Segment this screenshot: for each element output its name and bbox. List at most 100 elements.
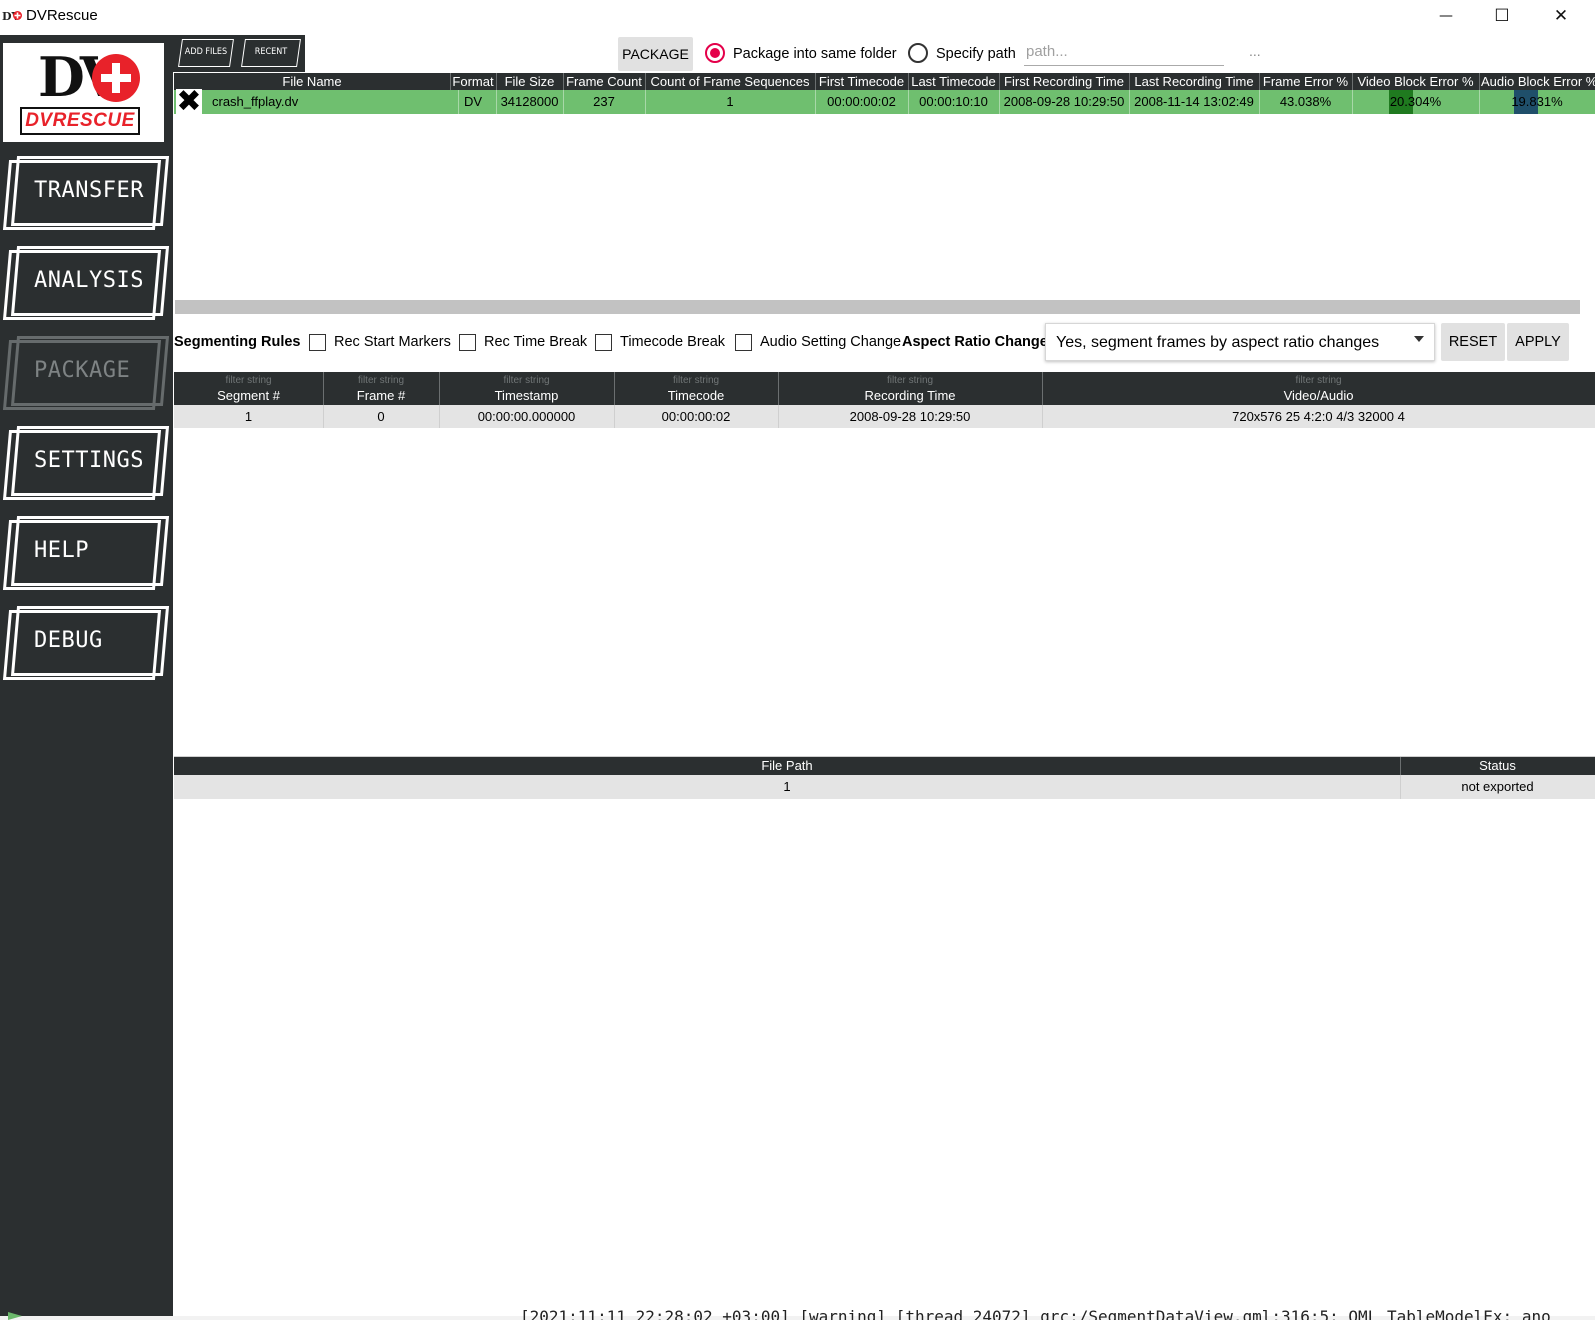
table-row[interactable]: 1 0 00:00:00.000000 00:00:00:02 2008-09-… — [174, 405, 1595, 428]
col-frame-error[interactable]: Frame Error % — [1259, 73, 1353, 90]
recent-button[interactable]: RECENT — [241, 37, 301, 69]
col-label: Recording Time — [864, 388, 956, 403]
cell-frame-error: 43.038% — [1259, 90, 1353, 114]
col-status[interactable]: Status — [1400, 757, 1595, 775]
maximize-icon: ☐ — [1494, 6, 1510, 26]
col-video-block-error[interactable]: Video Block Error % — [1352, 73, 1480, 90]
cell-frame-sequences: 1 — [645, 90, 816, 114]
cell-status: not exported — [1461, 779, 1534, 794]
file-table-scrollbar[interactable] — [175, 300, 1580, 314]
package-same-folder-label: Package into same folder — [733, 46, 897, 62]
col-file-path[interactable]: File Path — [174, 757, 1401, 775]
maximize-button-2[interactable]: ☐ — [1474, 0, 1530, 32]
rec-start-markers-label: Rec Start Markers — [334, 334, 451, 350]
col-video-audio[interactable]: filter string Video/Audio — [1042, 372, 1595, 405]
package-same-folder-radio[interactable] — [705, 43, 725, 63]
filter-input[interactable]: filter string — [1042, 374, 1595, 387]
play-icon[interactable] — [8, 1312, 22, 1320]
audio-block-error-value: 19.831% — [1511, 94, 1563, 109]
col-label: Frame # — [356, 388, 406, 403]
col-timestamp[interactable]: filter string Timestamp — [439, 372, 615, 405]
col-audio-block-error[interactable]: Audio Block Error % — [1479, 73, 1595, 90]
sidebar-item-label: DEBUG — [34, 628, 103, 653]
cell-last-recording-time: 2008-11-14 13:02:49 — [1129, 90, 1260, 114]
col-first-recording-time[interactable]: First Recording Time — [999, 73, 1130, 90]
timecode-break-checkbox[interactable] — [595, 334, 612, 351]
specify-path-label: Specify path — [936, 46, 1016, 62]
col-frame-count[interactable]: Frame Count — [563, 73, 646, 90]
filter-input[interactable]: filter string — [439, 374, 614, 387]
add-files-label: ADD FILES — [184, 47, 228, 57]
col-label: Timecode — [667, 388, 725, 403]
col-frame-sequences[interactable]: Count of Frame Sequences — [645, 73, 816, 90]
col-recording-time[interactable]: filter string Recording Time — [778, 372, 1043, 405]
col-segment[interactable]: filter string Segment # — [174, 372, 324, 405]
add-files-button[interactable]: ADD FILES — [178, 37, 234, 69]
col-format[interactable]: Format — [450, 73, 497, 90]
cell-last-timecode: 00:00:10:10 — [908, 90, 1000, 114]
sidebar-item-analysis[interactable]: ANALYSIS — [2, 246, 170, 320]
browse-button[interactable]: ... — [1249, 43, 1261, 59]
col-label: Timestamp — [494, 388, 559, 403]
cell-first-timecode: 00:00:00:02 — [815, 90, 909, 114]
sidebar-item-package[interactable]: PACKAGE — [2, 336, 170, 410]
cell-file-size: 34128000 — [496, 90, 564, 114]
col-timecode[interactable]: filter string Timecode — [614, 372, 779, 405]
path-input[interactable] — [1024, 38, 1224, 66]
segmenting-rules-title: Segmenting Rules — [174, 334, 301, 350]
audio-setting-change-checkbox[interactable] — [735, 334, 752, 351]
cell-frame: 0 — [323, 405, 440, 428]
log-line: [2021:11:11 22:28:02 +03:00] [warning] [… — [520, 1310, 1551, 1320]
col-label: Video/Audio — [1283, 388, 1354, 403]
col-first-timecode[interactable]: First Timecode — [815, 73, 909, 90]
specify-path-radio[interactable] — [908, 43, 928, 63]
cell-format: DV — [450, 90, 497, 114]
app-logo-icon: DV — [2, 10, 22, 22]
aspect-ratio-select[interactable]: Yes, segment frames by aspect ratio chan… — [1045, 323, 1435, 361]
chevron-down-icon — [1414, 336, 1424, 342]
col-last-timecode[interactable]: Last Timecode — [908, 73, 1000, 90]
rec-start-markers-checkbox[interactable] — [309, 334, 326, 351]
logo-text: DVRESCUE — [20, 107, 140, 135]
remove-file-icon[interactable]: ✖ — [176, 87, 202, 117]
title-bar — [0, 0, 1595, 32]
col-file-name[interactable]: File Name — [174, 73, 451, 90]
col-file-size[interactable]: File Size — [496, 73, 564, 90]
cell-segment: 1 — [174, 405, 324, 428]
timecode-break-label: Timecode Break — [620, 334, 726, 350]
cell-video-audio: 720x576 25 4:2:0 4/3 32000 4 — [1232, 409, 1405, 424]
package-button[interactable]: PACKAGE — [618, 37, 693, 71]
export-table-header: File Path Status — [174, 757, 1595, 775]
sidebar-item-transfer[interactable]: TRANSFER — [2, 156, 170, 230]
sidebar-item-debug[interactable]: DEBUG — [2, 606, 170, 680]
cell-file-name: crash_ffplay.dv — [204, 90, 459, 114]
filter-input[interactable]: filter string — [323, 374, 439, 387]
sidebar-item-label: TRANSFER — [34, 178, 144, 203]
cell-frame-count: 237 — [563, 90, 646, 114]
filter-input[interactable]: filter string — [778, 374, 1042, 387]
sidebar-item-label: PACKAGE — [34, 358, 131, 383]
minimize-icon-2: — — [1439, 8, 1453, 24]
cell-timecode: 00:00:00:02 — [614, 405, 779, 428]
recent-label: RECENT — [254, 47, 288, 57]
close-icon: ✕ — [1553, 6, 1569, 26]
col-label: Segment # — [217, 388, 280, 403]
sidebar-item-help[interactable]: HELP — [2, 516, 170, 590]
logo-plus-icon — [92, 54, 140, 102]
filter-input[interactable]: filter string — [614, 374, 778, 387]
apply-button[interactable]: APPLY — [1507, 323, 1569, 361]
table-row[interactable]: 1 not exported — [174, 775, 1595, 799]
rec-time-break-checkbox[interactable] — [459, 334, 476, 351]
cell-video-block-error: 20.304% — [1352, 90, 1480, 114]
cell-timestamp: 00:00:00.000000 — [439, 405, 615, 428]
close-button[interactable]: ✕ — [1533, 0, 1589, 32]
reset-button[interactable]: RESET — [1441, 323, 1505, 361]
file-row[interactable]: crash_ffplay.dv DV 34128000 237 1 00:00:… — [174, 90, 1595, 114]
col-frame[interactable]: filter string Frame # — [323, 372, 440, 405]
sidebar-item-settings[interactable]: SETTINGS — [2, 426, 170, 500]
sidebar-item-label: SETTINGS — [34, 448, 144, 473]
rec-time-break-label: Rec Time Break — [484, 334, 588, 350]
minimize-button-2[interactable]: — — [1418, 0, 1474, 32]
col-last-recording-time[interactable]: Last Recording Time — [1129, 73, 1260, 90]
filter-input[interactable]: filter string — [174, 374, 323, 387]
